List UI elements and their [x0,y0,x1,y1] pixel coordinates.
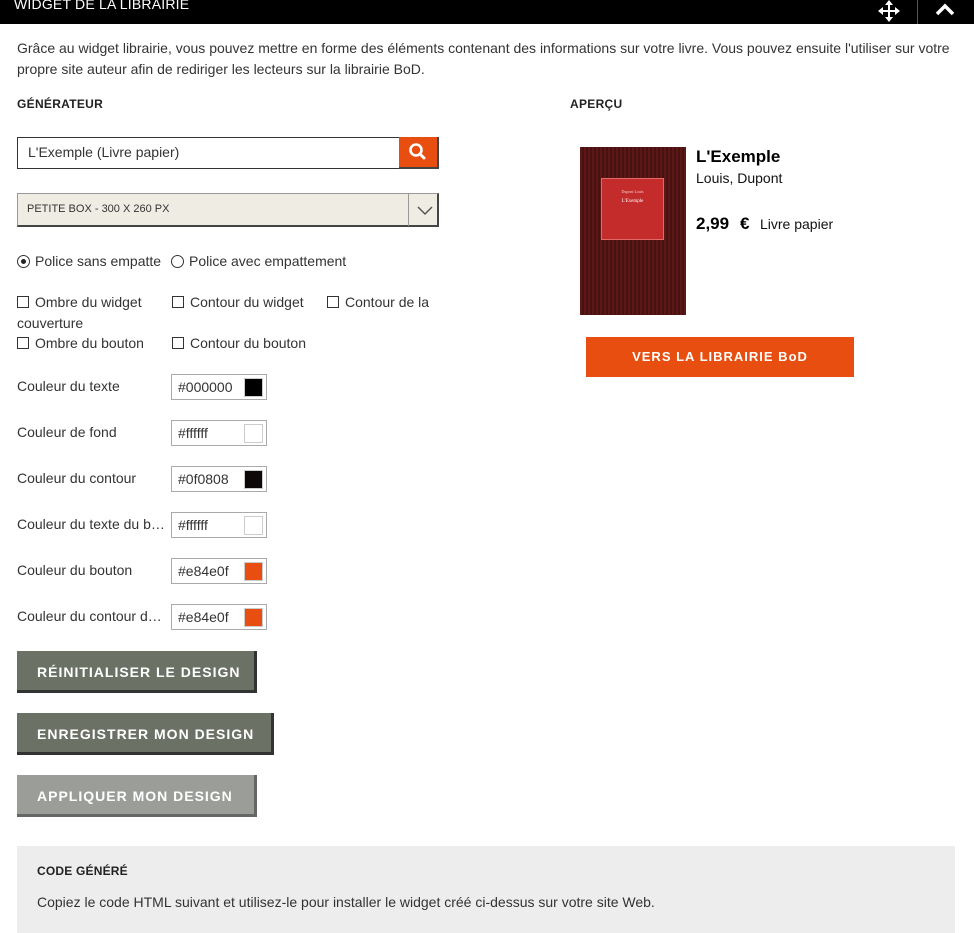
radio-serif-indicator[interactable] [171,255,184,268]
widget-header: WIDGET DE LA LIBRAIRIE [0,0,974,24]
color-text-field[interactable]: #000000 [171,374,267,400]
color-button-text-field[interactable]: #ffffff [171,512,267,538]
widget-title: WIDGET DE LA LIBRAIRIE [14,0,190,12]
checkbox-cover-border-label: Contour de la [345,294,430,310]
color-button-label: Couleur du bouton [17,562,133,578]
checkbox-widget-shadow-box[interactable] [17,296,29,308]
color-button-border-swatch[interactable] [244,608,263,627]
checkbox-widget-shadow[interactable]: Ombre du widget [17,294,142,310]
radio-serif[interactable]: Police avec empattement [171,253,346,269]
bookstore-link-button[interactable]: VERS LA LIBRAIRIE BoD [586,337,854,377]
checkbox-button-border[interactable]: Contour du bouton [172,335,306,351]
select-divider [408,194,409,226]
color-text-swatch[interactable] [244,378,263,397]
color-background-field[interactable]: #ffffff [171,420,267,446]
checkbox-button-border-label: Contour du bouton [190,335,306,351]
color-button-text-value: #ffffff [178,517,208,533]
color-text-value: #000000 [178,379,233,395]
checkbox-widget-border-box[interactable] [172,296,184,308]
reset-design-button[interactable]: RÉINITIALISER LE DESIGN [17,651,257,693]
generated-code-panel: CODE GÉNÉRÉ Copiez le code HTML suivant … [17,846,955,933]
color-button-border-value: #e84e0f [178,609,229,625]
checkbox-button-shadow-box[interactable] [17,337,29,349]
checkbox-widget-border[interactable]: Contour du widget [172,294,304,310]
checkbox-cover-border[interactable]: Contour de la [327,294,429,310]
search-button[interactable] [399,137,439,169]
color-border-value: #0f0808 [178,471,229,487]
radio-sans-serif-indicator[interactable] [17,255,30,268]
checkbox-button-shadow[interactable]: Ombre du bouton [17,335,144,351]
cover-title-text: L'Exemple [621,199,644,204]
preview-book-title: L'Exemple [696,147,781,166]
move-arrows-icon[interactable] [878,0,900,22]
color-button-swatch[interactable] [244,562,263,581]
chevron-up-icon[interactable] [930,0,960,22]
color-button-text-label: Couleur du texte du bouton [17,516,169,532]
checkbox-widget-border-label: Contour du widget [190,294,304,310]
chevron-down-icon [416,202,434,218]
cover-author-text: Dupont Louis [621,189,644,194]
color-border-label: Couleur du contour [17,470,137,486]
color-background-swatch[interactable] [244,424,263,443]
book-search-input[interactable]: L'Exemple (Livre papier) [17,137,400,169]
widget-size-select[interactable]: PETITE BOX - 300 X 260 PX [17,193,439,227]
preview-heading: APERÇU [570,97,623,111]
color-button-field[interactable]: #e84e0f [171,558,267,584]
generator-heading: GÉNÉRATEUR [17,97,104,111]
radio-serif-label: Police avec empattement [189,253,347,269]
radio-sans-serif-label: Police sans empatte [35,253,162,269]
checkbox-button-border-box[interactable] [172,337,184,349]
radio-sans-serif[interactable]: Police sans empatte [17,253,161,269]
preview-currency: € [740,214,750,233]
intro-text: Grâce au widget librairie, vous pouvez m… [17,40,950,77]
widget-size-value: PETITE BOX - 300 X 260 PX [27,203,170,215]
color-button-border-field[interactable]: #e84e0f [171,604,267,630]
generated-code-heading: CODE GÉNÉRÉ [37,864,128,878]
color-background-label: Couleur de fond [17,424,117,440]
color-text-label: Couleur du texte [17,378,120,394]
preview-format: Livre papier [760,216,834,232]
book-cover-image: Dupont Louis L'Exemple [580,147,686,315]
apply-design-button[interactable]: APPLIQUER MON DESIGN [17,775,257,817]
color-button-border-label: Couleur du contour du bouton [17,608,169,624]
checkbox-button-shadow-label: Ombre du bouton [35,335,144,351]
header-divider [917,0,918,24]
color-button-value: #e84e0f [178,563,229,579]
checkbox-cover-border-box[interactable] [327,296,339,308]
preview-book-author: Louis, Dupont [696,170,783,186]
generated-code-instructions: Copiez le code HTML suivant et utilisez-… [37,894,655,910]
checkbox-cover-border-label-wrap: couverture [17,315,84,331]
search-icon [409,143,426,160]
color-button-text-swatch[interactable] [244,516,263,535]
preview-price: 2,99 [696,214,730,233]
cover-plate: Dupont Louis L'Exemple [601,178,664,240]
color-background-value: #ffffff [178,425,208,441]
checkbox-widget-shadow-label: Ombre du widget [35,294,142,310]
save-design-button[interactable]: ENREGISTRER MON DESIGN [17,713,274,755]
color-border-swatch[interactable] [244,470,263,489]
color-border-field[interactable]: #0f0808 [171,466,267,492]
